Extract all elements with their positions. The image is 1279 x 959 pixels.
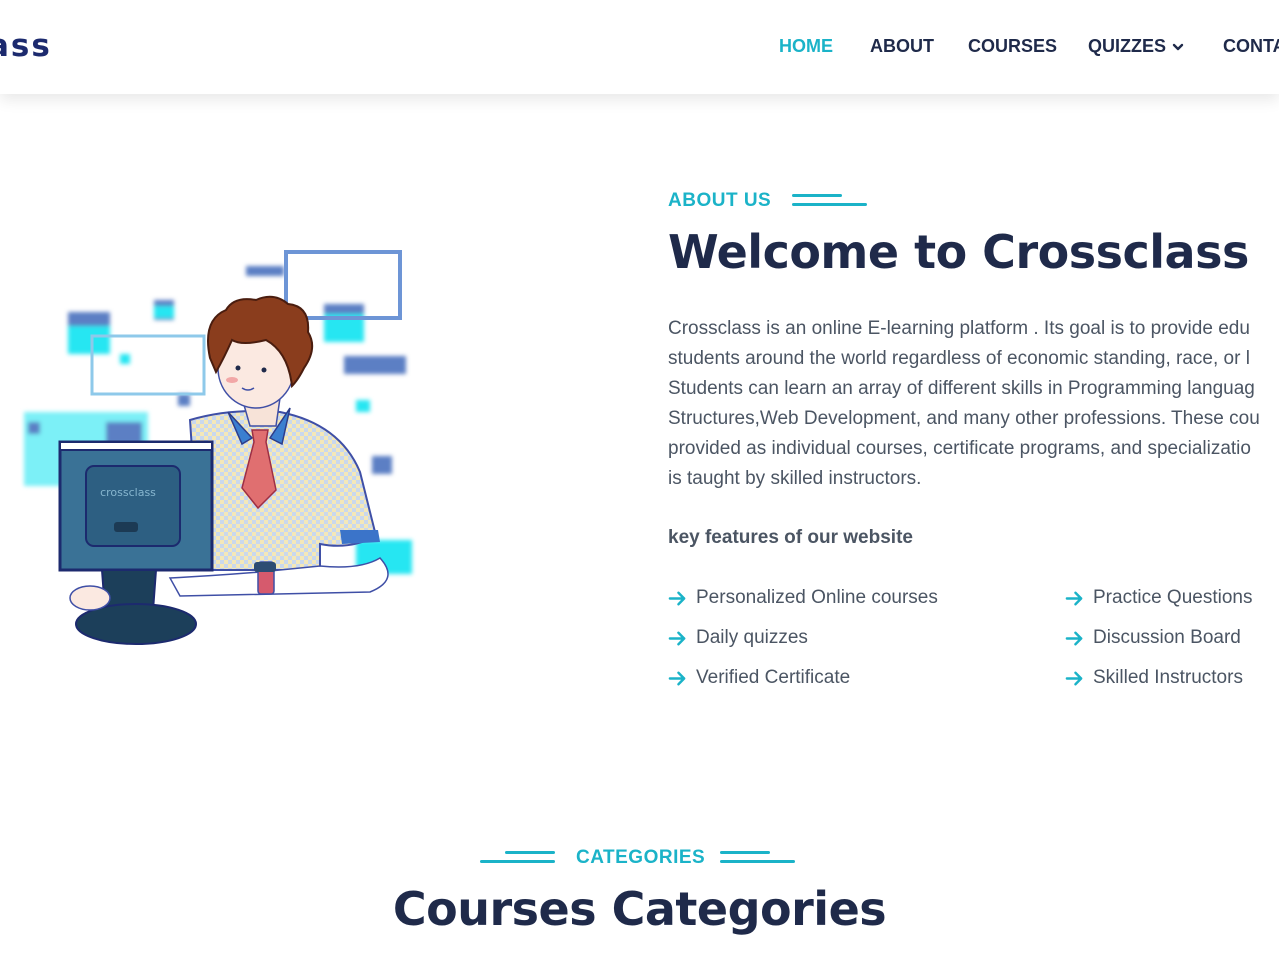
about-eyebrow: ABOUT US	[668, 190, 772, 211]
feature-label: Daily quizzes	[696, 627, 808, 648]
feature-label: Discussion Board	[1093, 627, 1241, 648]
categories-eyebrow-decoration-right	[720, 851, 795, 865]
arrow-right-icon	[668, 591, 686, 605]
feature-item: Practice Questions	[1065, 586, 1252, 610]
about-eyebrow-decoration	[792, 194, 867, 208]
nav-about[interactable]: ABOUT	[870, 34, 934, 58]
feature-label: Verified Certificate	[696, 667, 851, 688]
categories-heading: Courses Categories	[392, 882, 887, 936]
feature-label: Skilled Instructors	[1093, 667, 1243, 688]
nav-contact[interactable]: CONTA	[1223, 34, 1279, 58]
nav-courses[interactable]: COURSES	[968, 34, 1057, 58]
feature-label: Practice Questions	[1093, 587, 1253, 608]
feature-label: Personalized Online courses	[696, 587, 938, 608]
nav-quizzes[interactable]: QUIZZES	[1088, 34, 1184, 58]
feature-item: Personalized Online courses	[668, 586, 938, 610]
arrow-right-icon	[1065, 631, 1083, 645]
feature-item: Verified Certificate	[668, 666, 850, 690]
categories-eyebrow-decoration-left	[480, 851, 555, 865]
features-heading: key features of our website	[668, 527, 913, 548]
student-at-computer-illustration: crossclass	[24, 250, 412, 645]
about-heading: Welcome to Crossclass	[668, 225, 1249, 279]
about-paragraph-line: is taught by skilled instructors.	[668, 468, 922, 489]
arrow-right-icon	[668, 671, 686, 685]
about-paragraph: Crossclass is an online E-learning platf…	[668, 314, 1279, 494]
arrow-right-icon	[668, 631, 686, 645]
monitor-logo-text: crossclass	[100, 486, 156, 499]
about-paragraph-line: Crossclass is an online E-learning platf…	[668, 318, 1250, 339]
categories-eyebrow: CATEGORIES	[576, 847, 706, 868]
feature-item: Discussion Board	[1065, 626, 1241, 650]
about-paragraph-line: Students can learn an array of different…	[668, 378, 1255, 399]
about-paragraph-line: provided as individual courses, certific…	[668, 438, 1251, 459]
feature-item: Skilled Instructors	[1065, 666, 1243, 690]
nav-quizzes-label: QUIZZES	[1088, 36, 1167, 56]
main-nav: HOME ABOUT COURSES QUIZZES CONTA	[0, 0, 1279, 94]
arrow-right-icon	[1065, 591, 1083, 605]
feature-item: Daily quizzes	[668, 626, 808, 650]
chevron-down-icon	[1172, 44, 1184, 51]
about-paragraph-line: students around the world regardless of …	[668, 348, 1250, 369]
arrow-right-icon	[1065, 671, 1083, 685]
about-paragraph-line: Structures,Web Development, and many oth…	[668, 408, 1260, 429]
nav-home[interactable]: HOME	[779, 34, 833, 58]
site-header: ass HOME ABOUT COURSES QUIZZES CONTA	[0, 0, 1279, 94]
